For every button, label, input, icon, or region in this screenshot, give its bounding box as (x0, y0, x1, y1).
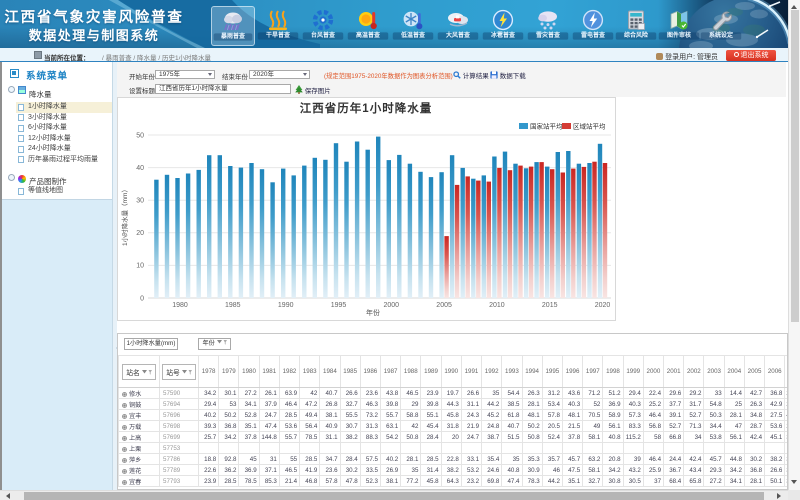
svg-text:1980: 1980 (172, 302, 188, 309)
svg-text:2005: 2005 (436, 302, 452, 309)
svg-text:40: 40 (136, 165, 144, 172)
svg-text:0: 0 (140, 295, 144, 302)
svg-text:2020: 2020 (595, 302, 611, 309)
svg-text:2010: 2010 (489, 302, 505, 309)
svg-text:20: 20 (136, 230, 144, 237)
svg-text:年份: 年份 (366, 308, 380, 317)
svg-text:1小时降水量（mm）: 1小时降水量（mm） (120, 186, 129, 246)
svg-text:50: 50 (136, 132, 144, 139)
svg-text:2015: 2015 (542, 302, 558, 309)
svg-text:江西省历年1小时降水量: 江西省历年1小时降水量 (300, 101, 432, 115)
svg-text:区域站平均: 区域站平均 (573, 122, 606, 131)
svg-text:10: 10 (136, 263, 144, 270)
svg-text:1990: 1990 (278, 302, 294, 309)
svg-text:1995: 1995 (331, 302, 347, 309)
svg-text:30: 30 (136, 198, 144, 205)
svg-text:2000: 2000 (384, 302, 400, 309)
svg-text:国家站平均: 国家站平均 (530, 122, 563, 131)
svg-text:1985: 1985 (225, 302, 241, 309)
